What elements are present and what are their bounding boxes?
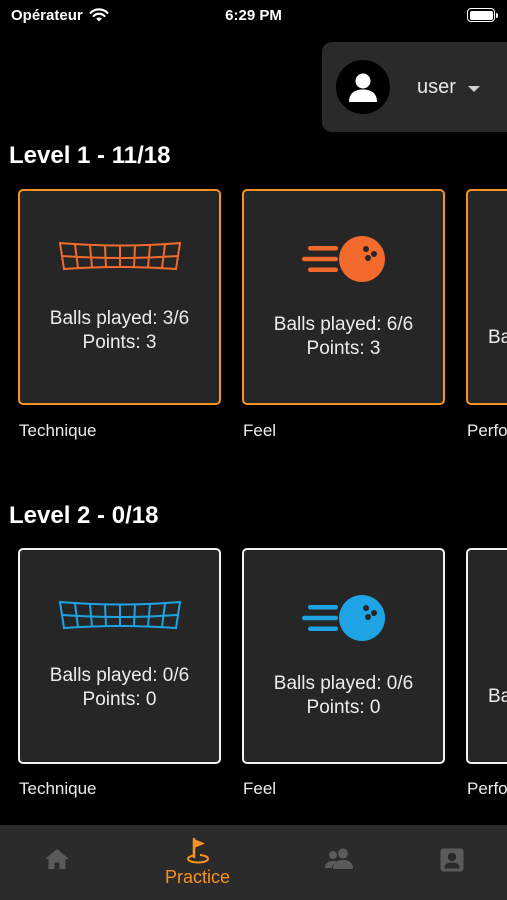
level-2-cards: Balls played: 0/6 Points: 0 Balls played… <box>0 548 507 768</box>
tab-profile[interactable] <box>388 825 507 900</box>
person-icon <box>349 73 377 102</box>
target-grid-icon <box>58 241 181 271</box>
status-time: 6:29 PM <box>225 7 282 24</box>
points: Points: 3 <box>82 332 157 353</box>
profile-icon <box>440 848 463 872</box>
level-2-feel-caption: Feel <box>243 779 277 798</box>
home-icon <box>44 849 69 869</box>
golf-flag-icon <box>186 837 209 864</box>
level-2-technique-card[interactable]: Balls played: 0/6 Points: 0 <box>18 548 221 764</box>
balls-played: Balls played: 0/6 <box>273 673 414 694</box>
status-bar: Opérateur 6:29 PM <box>0 0 507 30</box>
level-2-performance-card[interactable]: Ba <box>466 548 507 764</box>
level-1-performance-caption: Perfo <box>467 421 507 440</box>
tab-practice-label: Practice <box>164 867 231 887</box>
level-2-performance-caption: Perfo <box>467 779 507 798</box>
balls-played: Balls played: 6/6 <box>273 314 414 335</box>
points: Points: 0 <box>306 697 381 718</box>
points: Points: 0 <box>82 689 157 710</box>
level-2-feel-card[interactable]: Balls played: 0/6 Points: 0 <box>242 548 445 764</box>
tab-home[interactable] <box>0 825 120 900</box>
level-2-technique-caption: Technique <box>19 779 97 798</box>
level-1-technique-card[interactable]: Balls played: 3/6 Points: 3 <box>18 189 221 405</box>
target-grid-icon <box>58 600 181 630</box>
chevron-down-icon <box>467 85 480 92</box>
bowling-ball-icon <box>301 595 385 641</box>
user-name: user <box>417 75 456 98</box>
avatar <box>336 60 390 114</box>
user-menu-button[interactable]: user <box>322 42 507 132</box>
level-1-cards: Balls played: 3/6 Points: 3 Balls played… <box>0 189 507 409</box>
points: Points: 3 <box>306 338 381 359</box>
level-1-performance-card[interactable]: Ba <box>466 189 507 405</box>
level-1-title: Level 1 - 11/18 <box>9 142 171 169</box>
balls-played: Balls played: 3/6 <box>49 308 190 329</box>
tab-bar: Practice <box>0 825 507 900</box>
level-2-title: Level 2 - 0/18 <box>9 502 159 529</box>
battery-icon <box>467 8 498 22</box>
bowling-ball-icon <box>301 236 385 282</box>
level-1-feel-card[interactable]: Balls played: 6/6 Points: 3 <box>242 189 445 405</box>
level-1-feel-caption: Feel <box>243 421 277 440</box>
balls-played: Ba <box>488 686 507 707</box>
tab-practice[interactable]: Practice <box>134 825 261 900</box>
level-1-technique-caption: Technique <box>19 421 97 440</box>
tab-group[interactable] <box>275 825 402 900</box>
balls-played: Balls played: 0/6 <box>49 665 190 686</box>
group-icon <box>324 848 353 869</box>
balls-played: Ba <box>488 327 507 348</box>
